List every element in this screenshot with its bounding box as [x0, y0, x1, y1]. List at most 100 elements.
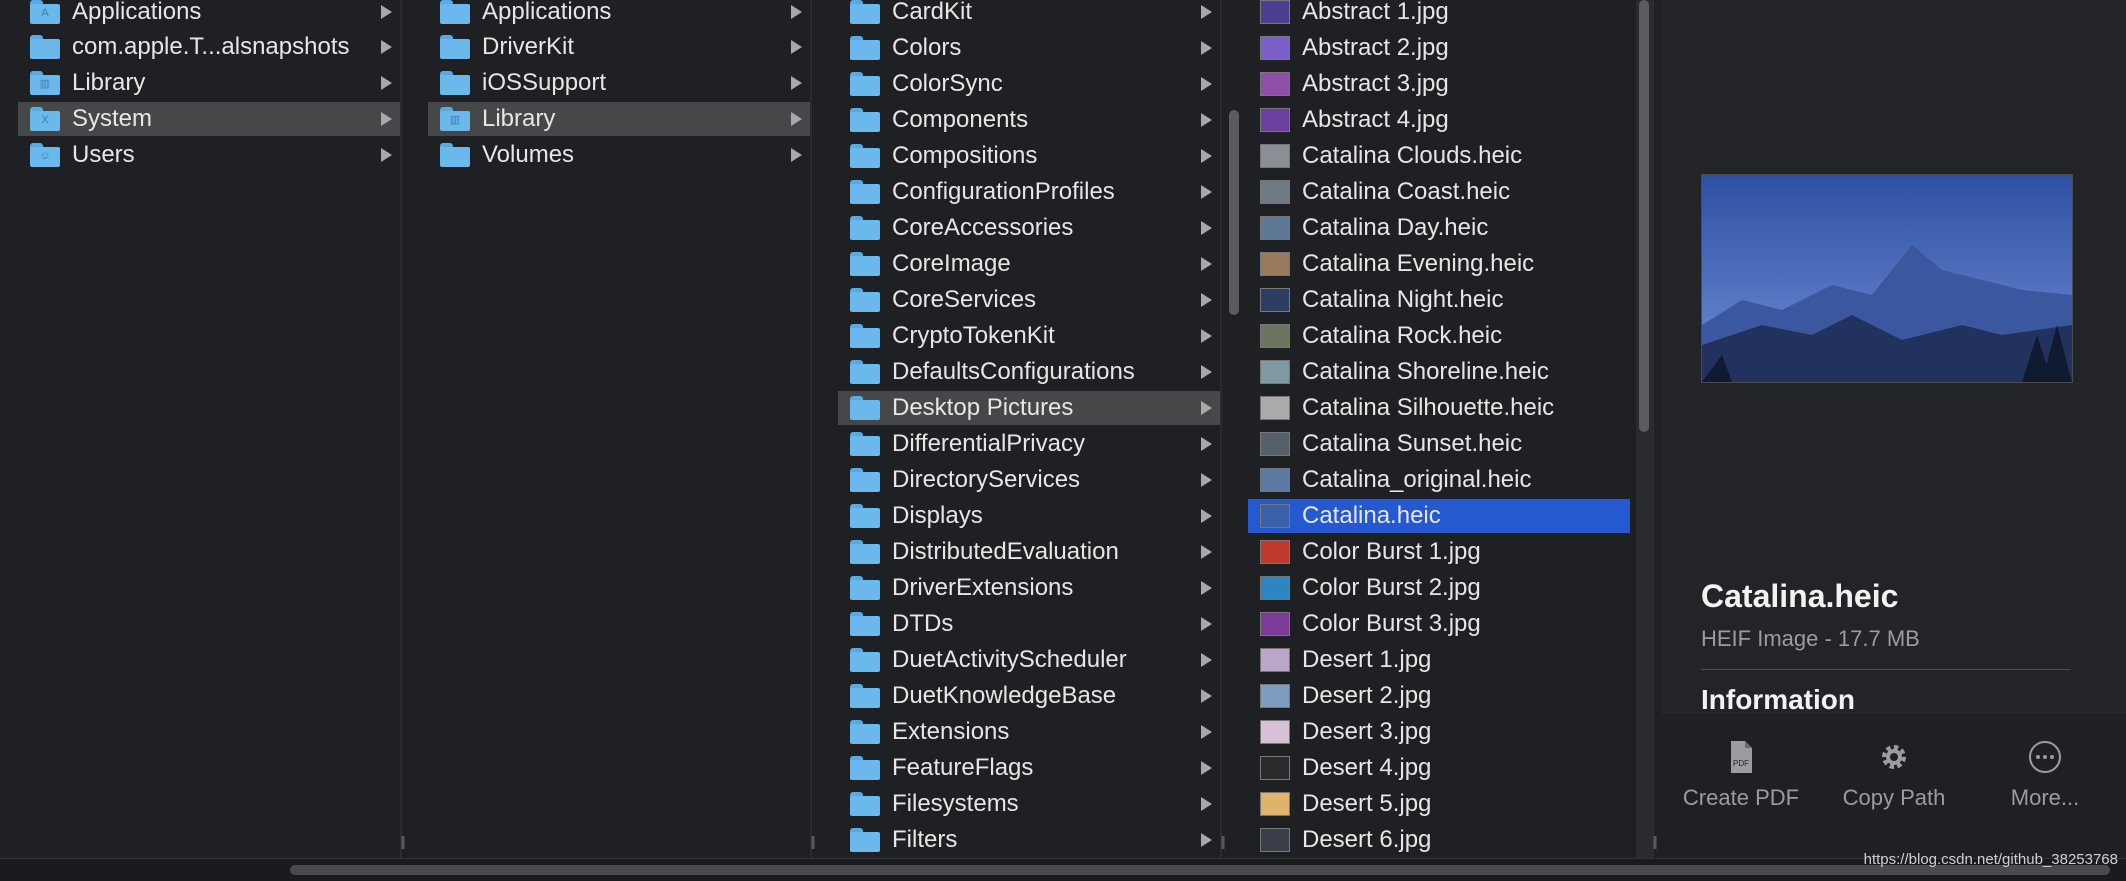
file-item[interactable]: Abstract 2.jpg [1248, 31, 1630, 65]
vertical-scrollbar[interactable] [1226, 0, 1242, 858]
list-item[interactable]: ColorSync [838, 67, 1220, 101]
item-label: DriverExtensions [892, 574, 1074, 601]
list-item-selected[interactable]: X System [18, 102, 400, 136]
list-item[interactable]: DifferentialPrivacy [838, 427, 1220, 461]
scrollbar-thumb[interactable] [1639, 0, 1649, 432]
file-item[interactable]: Catalina Sunset.heic [1248, 427, 1630, 461]
list-item-selected[interactable]: ▥ Library [428, 102, 810, 136]
file-item[interactable]: Color Burst 1.jpg [1248, 535, 1630, 569]
list-item[interactable]: DirectoryServices [838, 463, 1220, 497]
chevron-right-icon [791, 112, 802, 126]
library-folder-icon: ▥ [30, 71, 60, 95]
chevron-right-icon [381, 5, 392, 19]
list-item[interactable]: DTDs [838, 607, 1220, 641]
file-item[interactable]: Desert 2.jpg [1248, 679, 1630, 713]
chevron-right-icon [1201, 221, 1212, 235]
list-item[interactable]: Filesystems [838, 787, 1220, 821]
file-item[interactable]: Catalina Rock.heic [1248, 319, 1630, 353]
file-item[interactable]: Catalina Clouds.heic [1248, 139, 1630, 173]
horizontal-scrollbar[interactable] [0, 858, 2126, 881]
file-item[interactable]: Catalina Silhouette.heic [1248, 391, 1630, 425]
list-item[interactable]: ▥ Library [18, 66, 400, 100]
file-item[interactable]: Catalina Night.heic [1248, 283, 1630, 317]
folder-icon [850, 684, 880, 708]
column-divider[interactable]: || [1220, 0, 1226, 858]
column-desktop-pictures[interactable]: Abstract 1.jpg Abstract 2.jpg Abstract 3.j… [1248, 0, 1630, 858]
item-label: DuetActivityScheduler [892, 646, 1127, 673]
list-item[interactable]: CardKit [838, 0, 1220, 29]
scrollbar-thumb[interactable] [1229, 110, 1239, 315]
folder-icon [850, 576, 880, 600]
column-divider[interactable]: || [1652, 0, 1658, 858]
list-item[interactable]: DriverKit [428, 30, 810, 64]
list-item[interactable]: ☺ Users [18, 138, 400, 172]
folder-icon [30, 35, 60, 59]
list-item[interactable]: CoreImage [838, 247, 1220, 281]
column-system[interactable]: Applications DriverKit iOSSupport ▥ Libr… [428, 0, 810, 858]
list-item[interactable]: ConfigurationProfiles [838, 175, 1220, 209]
column-divider[interactable]: || [400, 0, 406, 858]
column-library[interactable]: CardKit Colors ColorSync Components Composit… [838, 0, 1220, 858]
list-item[interactable]: Displays [838, 499, 1220, 533]
list-item[interactable]: Compositions [838, 139, 1220, 173]
column-divider[interactable]: || [810, 0, 816, 858]
file-item[interactable]: Catalina Day.heic [1248, 211, 1630, 245]
folder-icon [850, 0, 880, 24]
create-pdf-button[interactable]: PDF Create PDF [1666, 739, 1816, 811]
file-item[interactable]: Desert 5.jpg [1248, 787, 1630, 821]
list-item[interactable]: CoreAccessories [838, 211, 1220, 245]
file-item[interactable]: Abstract 4.jpg [1248, 103, 1630, 137]
list-item-selected[interactable]: Desktop Pictures [838, 391, 1220, 425]
file-item[interactable]: Abstract 1.jpg [1248, 0, 1630, 29]
list-item[interactable]: Volumes [428, 138, 810, 172]
file-item[interactable]: Color Burst 3.jpg [1248, 607, 1630, 641]
file-item[interactable]: Abstract 3.jpg [1248, 67, 1630, 101]
file-item[interactable]: Color Burst 2.jpg [1248, 571, 1630, 605]
folder-icon [850, 432, 880, 456]
resize-grip-icon[interactable]: || [394, 834, 410, 848]
file-item[interactable]: Desert 1.jpg [1248, 643, 1630, 677]
scrollbar-thumb[interactable] [290, 865, 2110, 875]
list-item[interactable]: DuetKnowledgeBase [838, 679, 1220, 713]
chevron-right-icon [381, 76, 392, 90]
file-label: Catalina Day.heic [1302, 214, 1489, 241]
file-item[interactable]: Catalina Evening.heic [1248, 247, 1630, 281]
list-item[interactable]: Colors [838, 31, 1220, 65]
list-item[interactable]: DuetActivityScheduler [838, 643, 1220, 677]
pdf-document-icon: PDF [1731, 741, 1752, 773]
file-label: Abstract 1.jpg [1302, 0, 1449, 25]
list-item[interactable]: DriverExtensions [838, 571, 1220, 605]
more-button[interactable]: More... [1970, 739, 2120, 811]
quick-actions-bar: PDF Create PDF Copy Path More... [1661, 712, 2126, 859]
image-thumbnail-icon [1260, 360, 1290, 384]
folder-icon [850, 36, 880, 60]
list-item[interactable]: FeatureFlags [838, 751, 1220, 785]
column-root[interactable]: A Applications com.apple.T...alsnapshots… [0, 0, 400, 858]
file-item[interactable]: Desert 6.jpg [1248, 823, 1630, 857]
vertical-scrollbar[interactable] [1636, 0, 1652, 858]
list-item[interactable]: com.apple.T...alsnapshots [18, 30, 400, 64]
folder-icon [440, 0, 470, 24]
file-item[interactable]: Catalina Coast.heic [1248, 175, 1630, 209]
list-item[interactable]: Filters [838, 823, 1220, 857]
list-item[interactable]: DistributedEvaluation [838, 535, 1220, 569]
file-item-selected[interactable]: Catalina.heic [1248, 499, 1630, 533]
list-item[interactable]: Components [838, 103, 1220, 137]
list-item[interactable]: CryptoTokenKit [838, 319, 1220, 353]
copy-path-button[interactable]: Copy Path [1819, 739, 1969, 811]
list-item[interactable]: A Applications [18, 0, 400, 29]
resize-grip-icon[interactable]: || [804, 834, 820, 848]
list-item[interactable]: Extensions [838, 715, 1220, 749]
item-label: iOSSupport [482, 69, 607, 96]
file-item[interactable]: Catalina Shoreline.heic [1248, 355, 1630, 389]
list-item[interactable]: Applications [428, 0, 810, 29]
list-item[interactable]: CoreServices [838, 283, 1220, 317]
list-item[interactable]: iOSSupport [428, 66, 810, 100]
list-item[interactable]: DefaultsConfigurations [838, 355, 1220, 389]
image-thumbnail-icon [1260, 756, 1290, 780]
library-folder-icon: ▥ [440, 107, 470, 131]
resize-grip-icon[interactable]: || [1646, 834, 1662, 848]
file-item[interactable]: Desert 4.jpg [1248, 751, 1630, 785]
file-item[interactable]: Desert 3.jpg [1248, 715, 1630, 749]
file-item[interactable]: Catalina_original.heic [1248, 463, 1630, 497]
